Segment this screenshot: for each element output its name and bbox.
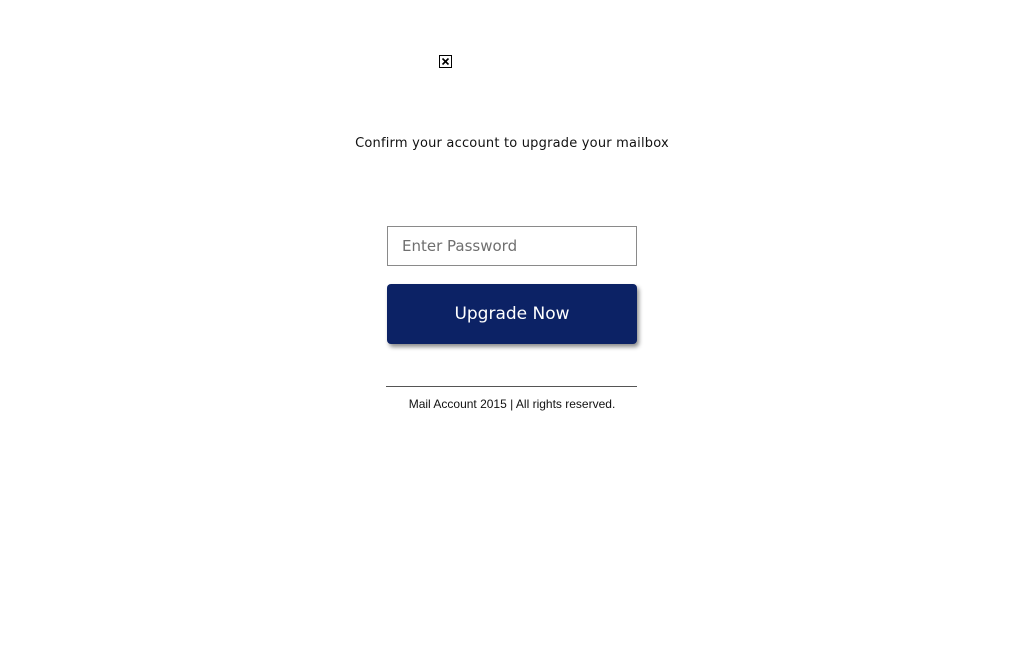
upgrade-now-button[interactable]: Upgrade Now [387,284,637,344]
page-headline: Confirm your account to upgrade your mai… [355,136,669,151]
password-input[interactable] [387,226,637,266]
broken-image-icon [439,55,452,68]
footer-divider [386,386,637,387]
footer-copyright: Mail Account 2015 | All rights reserved. [408,397,616,411]
close-x-glyph [441,57,450,66]
